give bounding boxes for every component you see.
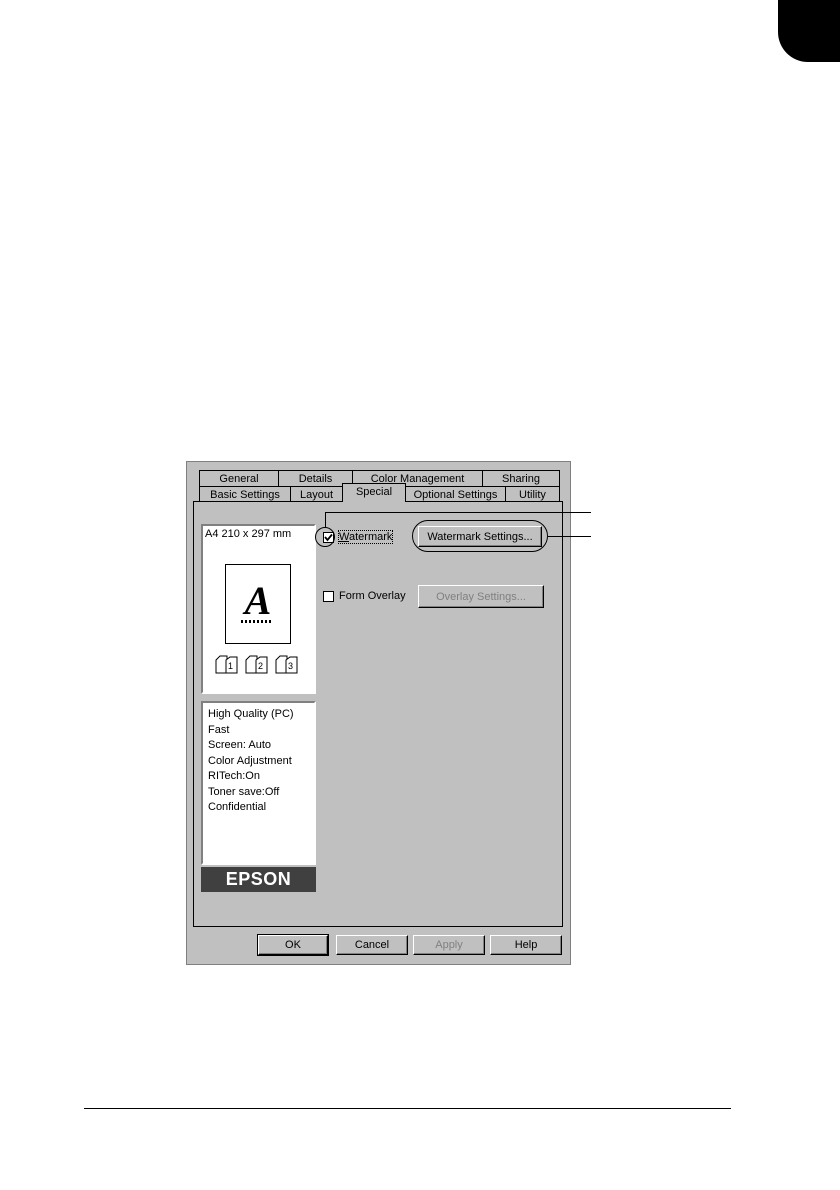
summary-line: RITech:On xyxy=(208,770,260,782)
summary-line: Color Adjustment xyxy=(208,754,292,767)
footer-rule xyxy=(84,1108,731,1109)
paper-size-label: A4 210 x 297 mm xyxy=(205,528,292,540)
help-button[interactable]: Help xyxy=(490,935,562,955)
preview-letter: A xyxy=(244,578,272,623)
cancel-button[interactable]: Cancel xyxy=(336,935,408,955)
epson-logo: EPSON xyxy=(201,867,316,892)
overlay-settings-button[interactable]: Overlay Settings... xyxy=(418,585,544,608)
copy-number: 1 xyxy=(228,661,233,671)
form-overlay-label[interactable]: Form Overlay xyxy=(339,590,406,602)
page-copy-icon: 3 xyxy=(275,655,298,674)
callout-line-1-vertical xyxy=(325,512,326,527)
watermark-settings-callout-circle xyxy=(412,520,548,552)
summary-line: Fast xyxy=(208,723,230,736)
watermark-preview-bar xyxy=(241,620,273,623)
paper-preview: A4 210 x 297 mm A 1 2 3 xyxy=(201,524,316,694)
summary-line: Screen: Auto xyxy=(208,739,271,751)
callout-line-1 xyxy=(325,512,591,513)
page-edge-tab xyxy=(778,0,840,62)
copy-number: 2 xyxy=(258,661,263,671)
watermark-label[interactable]: Watermark xyxy=(337,530,394,544)
tab-general[interactable]: General xyxy=(199,470,279,487)
callout-line-2 xyxy=(548,536,591,537)
ok-button[interactable]: OK xyxy=(257,934,329,956)
form-overlay-checkbox[interactable] xyxy=(323,591,334,602)
summary-line: Confidential xyxy=(208,801,267,813)
paper-preview-sheet: A xyxy=(225,564,291,644)
tab-special[interactable]: Special xyxy=(342,483,406,502)
watermark-callout-circle xyxy=(315,527,335,547)
page-copy-icon: 1 xyxy=(215,655,238,674)
tab-sharing[interactable]: Sharing xyxy=(482,470,560,487)
watermark-label-rest: atermark xyxy=(348,531,393,543)
page-copy-icon: 2 xyxy=(245,655,268,674)
settings-summary: High Quality (PC) Fast Screen: Auto Colo… xyxy=(201,701,316,865)
summary-line: High Quality (PC) xyxy=(208,708,294,720)
copy-number: 3 xyxy=(288,661,293,671)
apply-button[interactable]: Apply xyxy=(413,935,485,955)
summary-line: Toner save:Off xyxy=(208,785,280,798)
